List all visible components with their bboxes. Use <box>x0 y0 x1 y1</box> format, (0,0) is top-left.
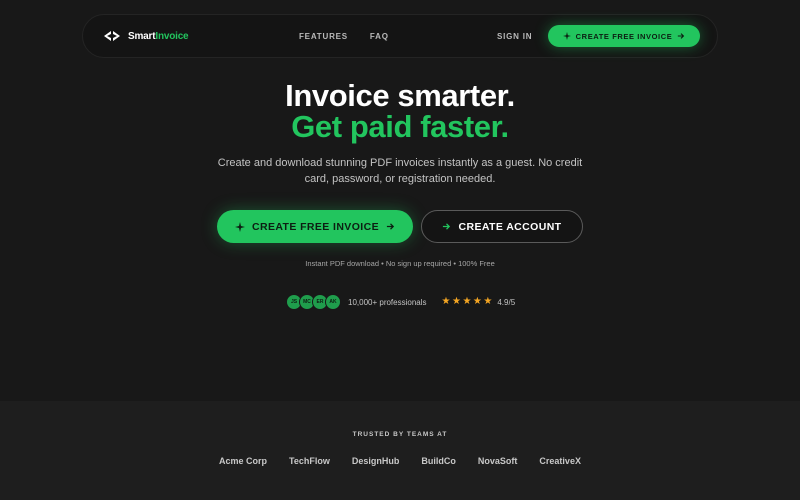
create-account-button[interactable]: CREATE ACCOUNT <box>421 210 583 243</box>
nav-link-features[interactable]: FEATURES <box>299 32 348 41</box>
brand-logo-icon <box>103 27 121 45</box>
features-line: Instant PDF download • No sign up requir… <box>305 259 495 268</box>
nav-links: FEATURES FAQ <box>299 15 389 57</box>
company-logo: DesignHub <box>351 456 400 466</box>
company-logo: Acme Corp <box>219 456 268 466</box>
top-navbar: SmartInvoice FEATURES FAQ SIGN IN CREATE… <box>82 14 718 58</box>
avatar: AK <box>325 294 341 310</box>
trusted-title: TRUSTED BY TEAMS AT <box>352 431 448 438</box>
nav-create-invoice-button[interactable]: CREATE FREE INVOICE <box>548 25 700 47</box>
brand-name: SmartInvoice <box>128 30 189 42</box>
company-logo: CreativeX <box>539 456 581 466</box>
arrow-right-icon <box>677 32 685 40</box>
avatar-stack: JS MC ER AK <box>286 294 341 310</box>
rating-value: 4.9/5 <box>497 297 516 307</box>
star-icon: ★ <box>483 296 493 307</box>
create-free-invoice-button[interactable]: CREATE FREE INVOICE <box>217 210 413 243</box>
sparkle-icon <box>234 221 245 232</box>
nav-cta-label: CREATE FREE INVOICE <box>575 31 673 41</box>
social-proof: JS MC ER AK 10,000+ professionals ★ ★ ★ … <box>286 294 515 310</box>
company-logos: Acme Corp TechFlow DesignHub BuildCo Nov… <box>0 456 800 466</box>
sparkle-icon <box>562 32 571 40</box>
arrow-right-icon <box>442 222 451 231</box>
star-icon: ★ <box>441 296 451 307</box>
arrow-right-icon <box>386 222 395 231</box>
star-icon: ★ <box>462 296 472 307</box>
hero-title-line2: Get paid faster. <box>291 109 509 144</box>
create-account-label: CREATE ACCOUNT <box>458 220 562 233</box>
star-icon: ★ <box>472 296 482 307</box>
company-logo: TechFlow <box>289 456 330 466</box>
trusted-section: TRUSTED BY TEAMS AT Acme Corp TechFlow D… <box>0 401 800 500</box>
nav-link-faq[interactable]: FAQ <box>370 32 389 41</box>
star-icon: ★ <box>451 296 461 307</box>
brand-logo-link[interactable]: SmartInvoice <box>103 15 189 57</box>
professionals-count: 10,000+ professionals <box>348 297 427 307</box>
hero-subtitle: Create and download stunning PDF invoice… <box>217 157 583 185</box>
company-logo: NovaSoft <box>477 456 518 466</box>
create-free-invoice-label: CREATE FREE INVOICE <box>251 220 379 233</box>
company-logo: BuildCo <box>421 456 456 466</box>
star-rating: ★ ★ ★ ★ ★ <box>442 297 493 307</box>
sign-in-link[interactable]: SIGN IN <box>497 15 532 57</box>
